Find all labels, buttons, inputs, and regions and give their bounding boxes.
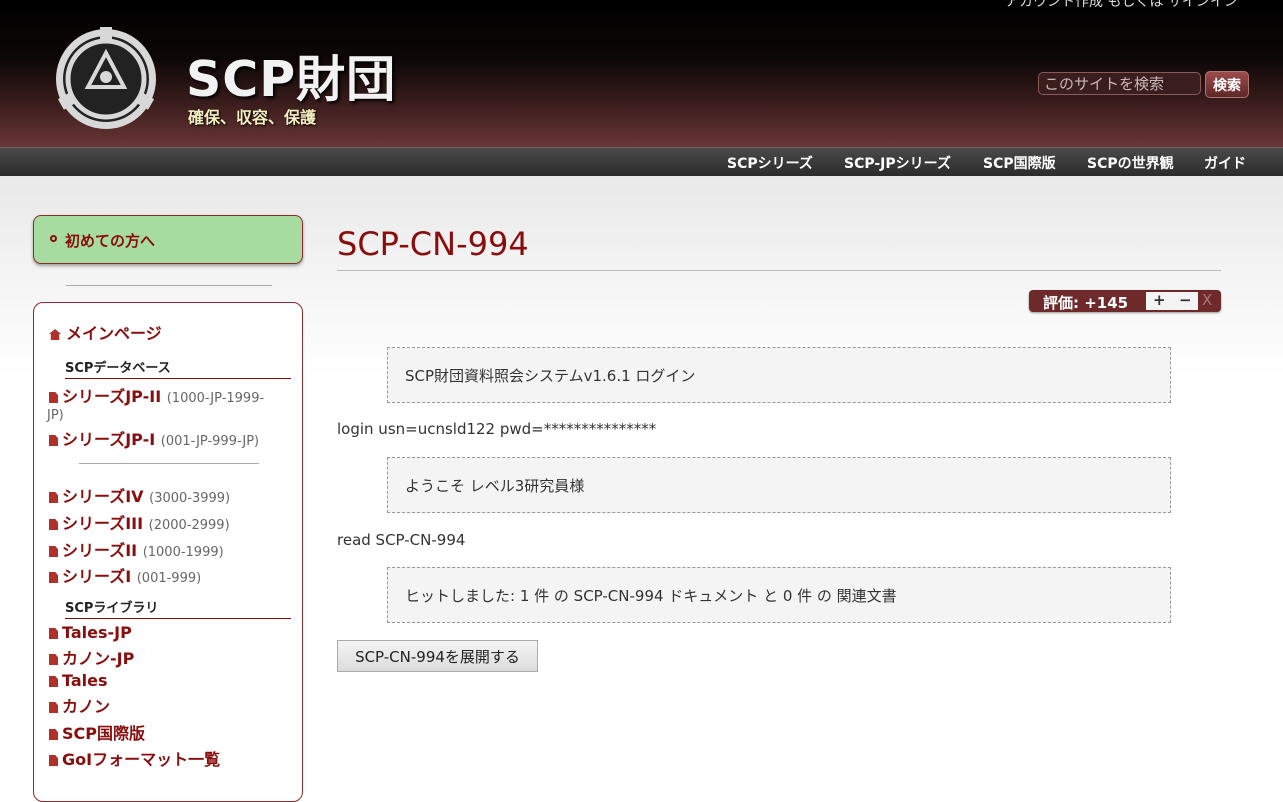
sidebar-item-range: (1000-1999) [142,545,224,560]
page-icon [49,435,58,446]
terminal-command: login usn=ucnsld122 pwd=*************** [337,420,657,438]
rating-module: 評価: +145 + − X [1029,290,1221,312]
rate-up-button[interactable]: + [1153,291,1166,309]
rating-label: 評価: +145 [1043,294,1129,312]
expand-document-button[interactable]: SCP-CN-994を展開する [337,640,538,672]
sidebar-item-range: (001-JP-999-JP) [160,434,260,449]
sidebar-item-label: メインページ [66,324,162,343]
sidebar-item-label: GoIフォーマット一覧 [62,750,221,769]
sidebar-item-main-page[interactable]: メインページ [49,320,162,344]
sidebar-item-label: シリーズI [62,567,132,586]
sidebar-item-range: (1000-JP-1999- [166,391,265,406]
sidebar-item-label: シリーズJP-I [62,430,156,449]
rate-cancel-button[interactable]: X [1202,291,1212,309]
bullet-icon [50,235,57,242]
rating-buttons: + − [1146,291,1198,310]
sidebar-item-series-1[interactable]: シリーズI (001-999) [49,563,201,587]
search-button[interactable]: 検索 [1205,71,1249,98]
sidebar-item-label: カノン [62,697,111,716]
sidebar-item-goi-formats[interactable]: GoIフォーマット一覧 [49,746,220,770]
sidebar-item-label: シリーズIV [62,487,144,506]
sidebar-item-range: (001-999) [136,571,202,586]
sidebar-item-range: (3000-3999) [149,491,231,506]
page-icon [49,676,58,687]
sidebar-item-scp-international[interactable]: SCP国際版 [49,720,145,744]
sidebar-item-tales-jp[interactable]: Tales-JP [49,623,132,642]
sidebar-item-series-jp-2[interactable]: シリーズJP-II (1000-JP-1999- [49,383,264,407]
top-nav: SCPシリーズ SCP-JPシリーズ SCP国際版 SCPの世界観 ガイド [0,147,1283,176]
page-icon [49,546,58,557]
page-icon [49,654,58,665]
sidebar-item-label: Tales-JP [62,623,132,642]
rate-down-button[interactable]: − [1179,291,1192,309]
terminal-box: ようこそ レベル3研究員様 [387,457,1171,513]
page-icon [49,392,58,403]
sidebar-heading-database: SCPデータベース [65,357,291,379]
site-header: SCP財団 確保、収容、保護 アカウント作成 もしくは サインイン 検索 [0,0,1283,147]
terminal-command: read SCP-CN-994 [337,531,466,549]
nav-scp-worldview[interactable]: SCPの世界観 [1087,153,1174,173]
sidebar-item-range: (2000-2999) [148,518,230,533]
nav-scp-series[interactable]: SCPシリーズ [727,153,813,173]
side-menu: メインページ SCPデータベース シリーズJP-II (1000-JP-1999… [33,302,303,802]
sidebar-item-series-4[interactable]: シリーズIV (3000-3999) [49,483,230,507]
terminal-text: ようこそ レベル3研究員様 [405,477,585,495]
nav-guide[interactable]: ガイド [1204,153,1246,173]
page-icon [49,519,58,530]
sidebar-item-tales[interactable]: Tales [49,671,108,690]
title-divider [337,270,1221,271]
sidebar-item-series-2[interactable]: シリーズII (1000-1999) [49,537,224,561]
page-title: SCP-CN-994 [337,225,529,263]
nav-scp-jp-series[interactable]: SCP-JPシリーズ [844,153,951,173]
page-icon [49,492,58,503]
page-icon [49,729,58,740]
search-input[interactable] [1038,72,1201,95]
sidebar-item-label: シリーズII [62,541,138,560]
terminal-text: ヒットしました: 1 件 の SCP-CN-994 ドキュメント と 0 件 の… [405,587,897,605]
sidebar-heading-library: SCPライブラリ [65,597,291,619]
home-icon [49,329,61,340]
page-icon [49,628,58,639]
sidebar-item-canon[interactable]: カノン [49,693,110,717]
sidebar-item-label: シリーズIII [62,514,144,533]
sidebar-item-range: JP) [47,408,64,423]
sidebar-divider [66,285,272,286]
page-icon [49,755,58,766]
terminal-text: SCP財団資料照会システムv1.6.1 ログイン [405,367,696,385]
sidebar-item-label: カノン-JP [62,649,135,668]
sidebar-separator [79,463,259,464]
page-icon [49,572,58,583]
sidebar-item-label: Tales [62,671,108,690]
first-time-link[interactable]: 初めての方へ [65,230,155,251]
terminal-box: SCP財団資料照会システムv1.6.1 ログイン [387,347,1171,403]
nav-scp-international[interactable]: SCP国際版 [983,153,1056,173]
terminal-box: ヒットしました: 1 件 の SCP-CN-994 ドキュメント と 0 件 の… [387,567,1171,623]
sidebar-item-canon-jp[interactable]: カノン-JP [49,645,134,669]
login-status[interactable]: アカウント作成 もしくは サインイン [1005,0,1238,11]
scp-logo-icon[interactable] [52,25,160,133]
site-slogan: 確保、収容、保護 [188,108,317,127]
sidebar-item-series-jp-1[interactable]: シリーズJP-I (001-JP-999-JP) [49,426,259,450]
page-icon [49,702,58,713]
site-name[interactable]: SCP財団 [186,40,396,111]
sidebar-item-label: SCP国際版 [62,724,145,743]
first-time-box[interactable]: 初めての方へ [33,215,303,264]
sidebar-item-label: シリーズJP-II [62,387,162,406]
sidebar-item-series-3[interactable]: シリーズIII (2000-2999) [49,510,230,534]
